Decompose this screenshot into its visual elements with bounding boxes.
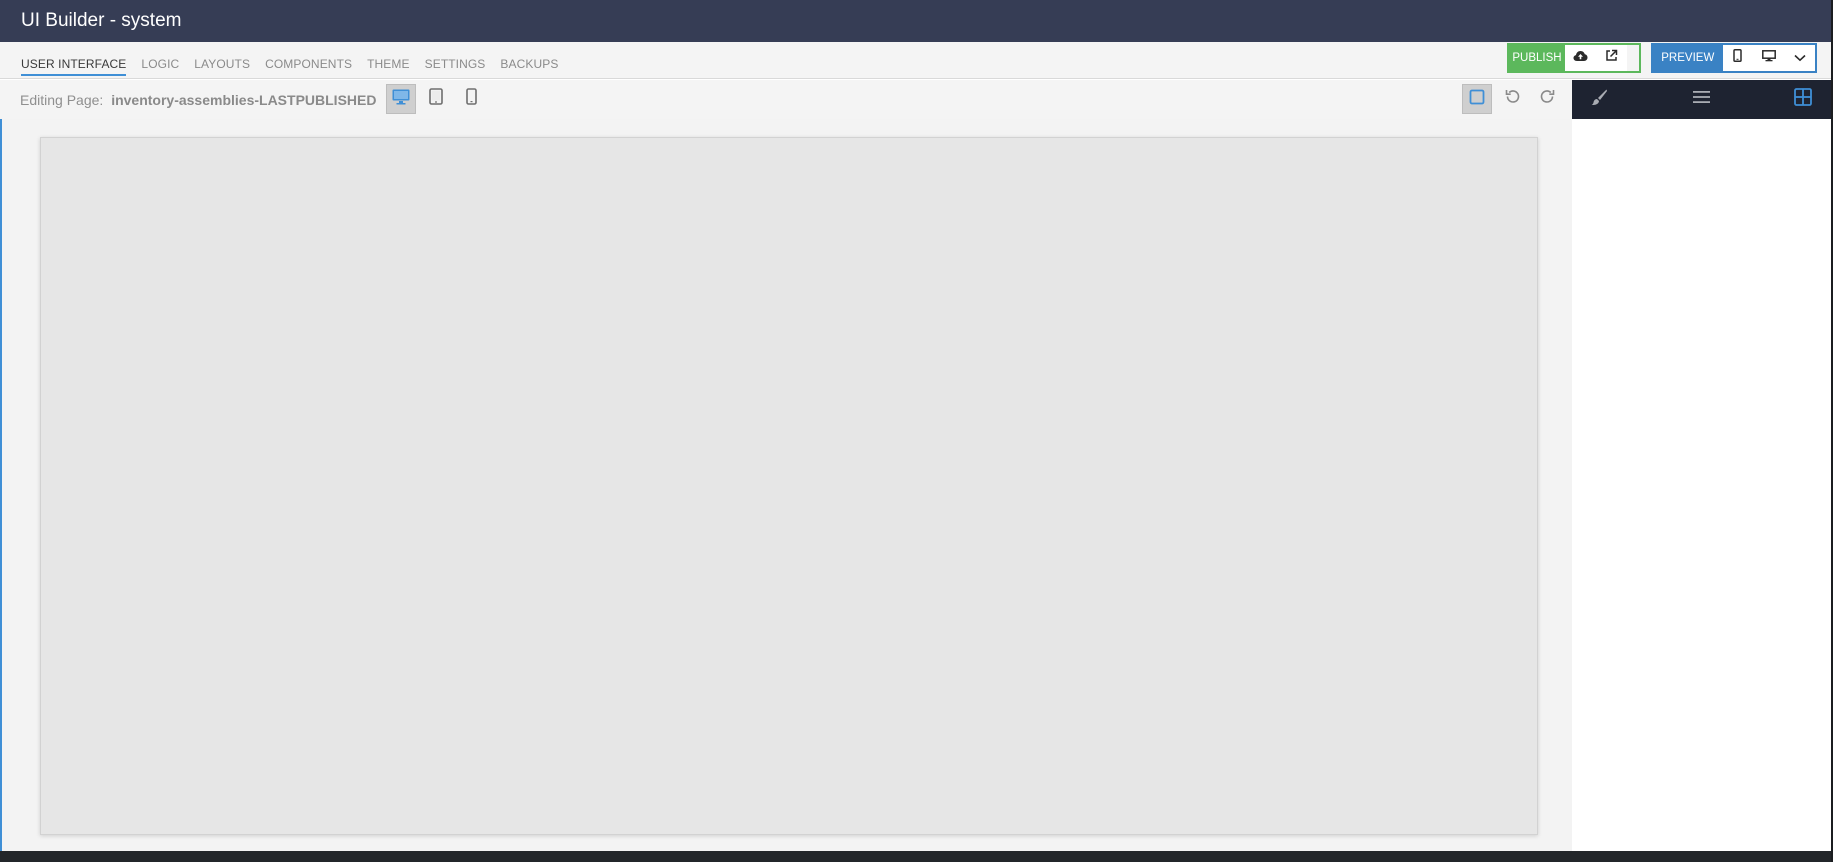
editing-page-name: inventory-assemblies-LASTPUBLISHED <box>111 92 377 108</box>
tab-theme[interactable]: THEME <box>367 57 410 76</box>
tab-layouts[interactable]: LAYOUTS <box>194 57 250 76</box>
editor-toolbar: Editing Page: inventory-assemblies-LASTP… <box>0 80 1572 119</box>
grid-icon <box>1794 87 1812 111</box>
tab-settings[interactable]: SETTINGS <box>425 57 486 76</box>
publish-open-button[interactable] <box>1596 45 1627 71</box>
outline-toggle-icon <box>1469 89 1485 110</box>
components-panel-button[interactable] <box>1788 84 1818 114</box>
window-title: UI Builder - system <box>21 10 182 31</box>
undo-button[interactable] <box>1497 84 1527 114</box>
tab-backups[interactable]: BACKUPS <box>500 57 558 76</box>
publish-button[interactable]: PUBLISH <box>1509 45 1565 71</box>
page-canvas[interactable] <box>40 137 1538 835</box>
phone-icon <box>465 88 477 110</box>
tab-bar: USER INTERFACE LOGIC LAYOUTS COMPONENTS … <box>0 42 1831 79</box>
tablet-icon <box>429 88 443 110</box>
layers-panel-button[interactable] <box>1686 84 1716 114</box>
preview-button[interactable]: PREVIEW <box>1653 45 1723 71</box>
taskbar-edge <box>0 851 1833 862</box>
brush-icon <box>1590 88 1608 111</box>
ui-builder-window: UI Builder - system USER INTERFACE LOGIC… <box>0 0 1831 851</box>
tab-user-interface[interactable]: USER INTERFACE <box>21 57 127 76</box>
side-panel-body <box>1572 119 1831 851</box>
side-panel-header <box>1572 80 1831 119</box>
editing-prefix: Editing Page: <box>20 92 104 108</box>
preview-options-button[interactable] <box>1784 45 1816 71</box>
redo-icon <box>1539 88 1556 110</box>
desktop-icon <box>1761 49 1776 67</box>
chevron-down-icon <box>1794 49 1806 67</box>
mobile-icon <box>1733 49 1743 67</box>
preview-desktop-button[interactable] <box>1753 45 1785 71</box>
canvas-area <box>0 119 1572 851</box>
preview-button-group: PREVIEW <box>1651 43 1817 73</box>
cloud-upload-icon <box>1573 49 1588 67</box>
device-tablet-button[interactable] <box>421 84 451 114</box>
external-link-icon <box>1605 49 1618 67</box>
publish-button-group: PUBLISH <box>1507 43 1641 73</box>
editing-page-label: Editing Page: inventory-assemblies-LASTP… <box>20 92 376 108</box>
device-desktop-button[interactable] <box>386 84 416 114</box>
publish-cloud-button[interactable] <box>1565 45 1596 71</box>
device-phone-button[interactable] <box>456 84 486 114</box>
tab-logic[interactable]: LOGIC <box>141 57 179 76</box>
menu-icon <box>1692 90 1710 109</box>
main-tabs: USER INTERFACE LOGIC LAYOUTS COMPONENTS … <box>21 57 558 76</box>
outline-toggle-button[interactable] <box>1462 84 1492 114</box>
undo-icon <box>1504 88 1521 110</box>
desktop-icon <box>392 89 410 110</box>
redo-button[interactable] <box>1532 84 1562 114</box>
preview-mobile-button[interactable] <box>1722 45 1754 71</box>
tab-components[interactable]: COMPONENTS <box>265 57 352 76</box>
style-panel-button[interactable] <box>1584 84 1614 114</box>
title-bar: UI Builder - system <box>0 0 1831 42</box>
